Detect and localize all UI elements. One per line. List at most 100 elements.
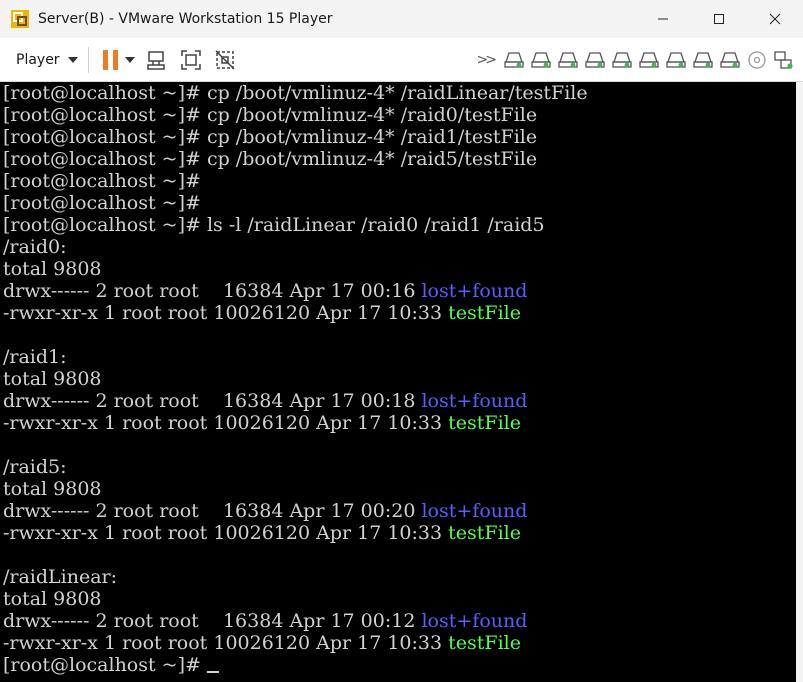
directory-name: lost+found [421,500,528,522]
hard-disk-icon [531,52,551,68]
terminal-line: drwx------ 2 root root 16384 Apr 17 00:1… [3,280,527,302]
minimize-button[interactable] [635,0,691,38]
terminal-text: [root@localhost ~]# [3,654,207,676]
device-button[interactable] [665,48,687,72]
network-icon [774,51,793,69]
device-button[interactable] [584,48,606,72]
close-button[interactable] [747,0,803,38]
terminal-text: /raidLinear: [3,566,118,588]
terminal-line: drwx------ 2 root root 16384 Apr 17 00:1… [3,610,527,632]
caret-down-icon [124,56,135,63]
terminal-text: -rwxr-xr-x 1 root root 10026120 Apr 17 1… [3,632,449,654]
window-title: Server(B) - VMware Workstation 15 Player [38,11,333,27]
directory-name: lost+found [421,610,528,632]
terminal-line: total 9808 [3,368,102,390]
device-button[interactable] [530,48,552,72]
player-toolbar: Player >> [0,38,803,82]
executable-file-name: testFile [448,412,521,434]
device-button[interactable] [638,48,660,72]
unity-button[interactable] [213,48,237,72]
device-button[interactable] [503,48,525,72]
terminal-line: drwx------ 2 root root 16384 Apr 17 00:2… [3,500,527,522]
title-bar: Server(B) - VMware Workstation 15 Player [0,0,803,38]
fit-guest-button[interactable] [179,48,203,72]
terminal-line: [root@localhost ~]# cp /boot/vmlinuz-4* … [3,126,537,148]
terminal-text: total 9808 [3,258,102,280]
terminal-text: -rwxr-xr-x 1 root root 10026120 Apr 17 1… [3,412,449,434]
player-menu-button[interactable]: Player [16,46,78,74]
hard-disk-icon [639,52,659,68]
device-toolbar: >> [477,38,795,82]
terminal-text: [root@localhost ~]# cp /boot/vmlinuz-4* … [3,126,538,148]
chevron-double-right-icon[interactable]: >> [477,52,498,68]
terminal-text: /raid0: [3,236,67,258]
terminal-text: total 9808 [3,478,102,500]
window-border [796,82,803,682]
executable-file-name: testFile [448,632,521,654]
executable-file-name: testFile [448,302,521,324]
player-menu-label: Player [16,51,60,68]
terminal-line: /raid5: [3,456,67,478]
pause-icon [102,49,118,70]
terminal-line: [root@localhost ~]# cp /boot/vmlinuz-4* … [3,82,588,104]
terminal-line: /raid0: [3,236,67,258]
terminal-line: [root@localhost ~]# ls -l /raidLinear /r… [3,214,545,236]
terminal-line: [root@localhost ~]# [3,170,201,192]
maximize-icon [714,14,724,24]
terminal-line: /raid1: [3,346,67,368]
terminal-line: total 9808 [3,258,102,280]
vmware-icon [10,9,30,29]
text-cursor [206,671,219,673]
unity-icon [215,49,235,70]
directory-name: lost+found [421,280,528,302]
terminal-text: [root@localhost ~]# [3,192,201,214]
device-button[interactable] [557,48,579,72]
send-keys-icon [146,50,165,70]
terminal-line: -rwxr-xr-x 1 root root 10026120 Apr 17 1… [3,632,521,654]
terminal-text: total 9808 [3,588,102,610]
terminal-text: drwx------ 2 root root 16384 Apr 17 00:1… [3,390,422,412]
terminal-line: -rwxr-xr-x 1 root root 10026120 Apr 17 1… [3,522,521,544]
terminal-text: drwx------ 2 root root 16384 Apr 17 00:1… [3,610,422,632]
network-button[interactable] [773,48,795,72]
terminal-text: [root@localhost ~]# cp /boot/vmlinuz-4* … [3,82,588,104]
terminal-line: drwx------ 2 root root 16384 Apr 17 00:1… [3,390,527,412]
device-button[interactable] [692,48,714,72]
terminal-text: total 9808 [3,368,102,390]
terminal-text: -rwxr-xr-x 1 root root 10026120 Apr 17 1… [3,522,449,544]
terminal-line: [root@localhost ~]# [3,654,219,676]
terminal-text: drwx------ 2 root root 16384 Apr 17 00:1… [3,280,422,302]
fit-window-icon [180,49,201,70]
hard-disk-icon [504,52,524,68]
hard-disk-icon [612,52,632,68]
toolbar-divider [87,46,89,73]
terminal-text: [root@localhost ~]# cp /boot/vmlinuz-4* … [3,104,538,126]
device-button[interactable] [611,48,633,72]
terminal-line: -rwxr-xr-x 1 root root 10026120 Apr 17 1… [3,302,521,324]
cd-button[interactable] [746,48,768,72]
pause-button[interactable] [99,48,123,72]
terminal-text: -rwxr-xr-x 1 root root 10026120 Apr 17 1… [3,302,449,324]
terminal-text: [root@localhost ~]# [3,170,201,192]
pause-menu-button[interactable] [124,48,135,72]
executable-file-name: testFile [448,522,521,544]
directory-name: lost+found [421,390,528,412]
terminal-text: /raid1: [3,346,67,368]
terminal-text: drwx------ 2 root root 16384 Apr 17 00:2… [3,500,422,522]
hard-disk-icon [585,52,605,68]
hard-disk-icon [720,52,740,68]
device-button[interactable] [719,48,741,72]
maximize-button[interactable] [691,0,747,38]
hard-disk-icon [693,52,713,68]
terminal-line: [root@localhost ~]# cp /boot/vmlinuz-4* … [3,148,537,170]
terminal-line: total 9808 [3,478,102,500]
hard-disk-icon [558,52,578,68]
vmware-window: Server(B) - VMware Workstation 15 Player [0,0,803,682]
terminal-line: /raidLinear: [3,566,117,588]
cd-icon [748,51,766,69]
terminal-text: [root@localhost ~]# cp /boot/vmlinuz-4* … [3,148,538,170]
terminal-text: /raid5: [3,456,67,478]
send-ctrl-alt-del-button[interactable] [145,48,169,72]
guest-console[interactable]: [root@localhost ~]# cp /boot/vmlinuz-4* … [0,82,796,682]
caret-down-icon [67,56,78,63]
